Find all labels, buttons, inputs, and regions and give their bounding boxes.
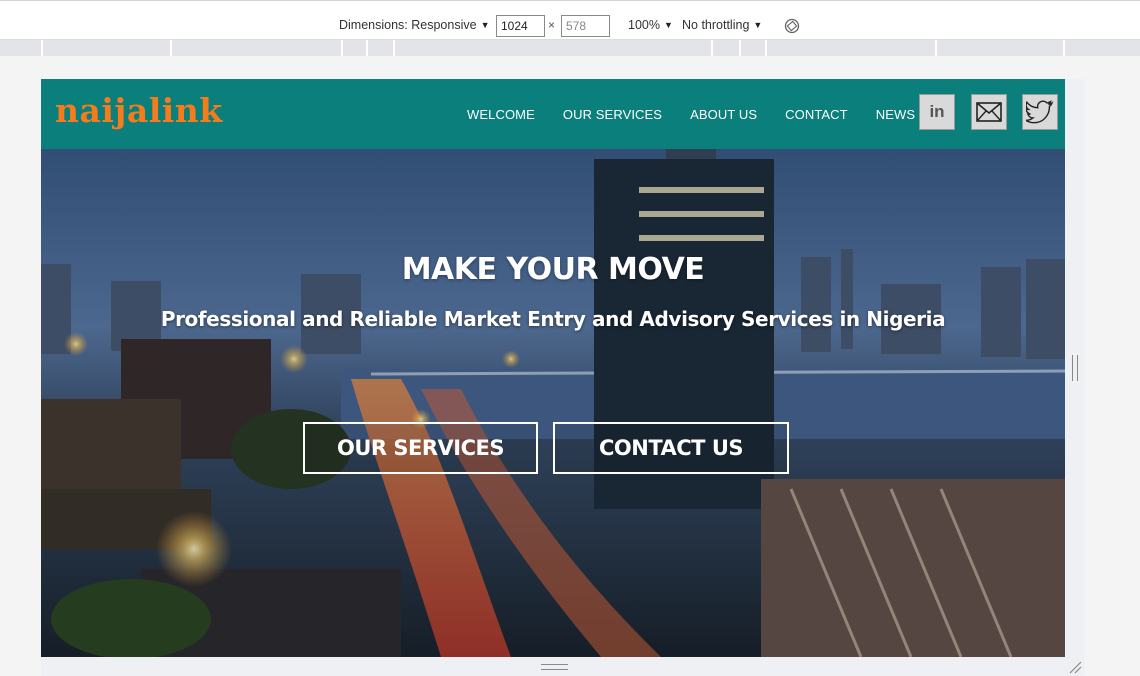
twitter-button[interactable] (1022, 94, 1058, 130)
nav-links: WELCOME OUR SERVICES ABOUT US CONTACT NE… (467, 79, 943, 149)
linkedin-button[interactable]: in (919, 94, 955, 130)
site-navbar: naijalink WELCOME OUR SERVICES ABOUT US … (41, 79, 1065, 149)
nav-news[interactable]: NEWS (876, 107, 915, 122)
throttling-label: No throttling (682, 18, 750, 32)
linkedin-icon: in (929, 102, 945, 121)
viewport-height-input[interactable] (561, 15, 610, 37)
zoom-dropdown[interactable]: 100% ▼ (628, 14, 673, 36)
throttling-dropdown[interactable]: No throttling ▼ (682, 14, 762, 36)
email-icon (976, 102, 1002, 122)
rotate-icon[interactable] (784, 18, 800, 34)
emulated-page: naijalink WELCOME OUR SERVICES ABOUT US … (41, 79, 1065, 657)
contact-us-button[interactable]: CONTACT US (553, 422, 789, 474)
email-button[interactable] (971, 94, 1007, 130)
hero-title: MAKE YOUR MOVE (401, 252, 705, 287)
hero-subtitle: Professional and Reliable Market Entry a… (160, 307, 946, 331)
corner-resize-handle-icon[interactable] (1068, 660, 1082, 674)
bottom-resize-handle[interactable] (541, 664, 568, 670)
dimensions-dropdown[interactable]: Dimensions: Responsive ▼ (339, 14, 489, 36)
site-logo[interactable]: naijalink (55, 91, 223, 130)
nav-our-services[interactable]: OUR SERVICES (563, 107, 662, 122)
hero-section: MAKE YOUR MOVE Professional and Reliable… (41, 149, 1065, 657)
viewport-width-input[interactable] (496, 15, 545, 37)
twitter-icon (1026, 100, 1054, 124)
our-services-button[interactable]: OUR SERVICES (303, 422, 538, 474)
nav-welcome[interactable]: WELCOME (467, 107, 535, 122)
zoom-label: 100% (628, 18, 660, 32)
chevron-down-icon: ▼ (753, 20, 763, 30)
nav-about-us[interactable]: ABOUT US (690, 107, 757, 122)
chevron-down-icon: ▼ (480, 20, 490, 30)
chevron-down-icon: ▼ (663, 20, 673, 30)
devtools-device-toolbar: Dimensions: Responsive ▼ × 100% ▼ No thr… (0, 0, 1140, 40)
media-query-ruler[interactable] (0, 40, 1140, 56)
city-skyline-background (41, 149, 1065, 657)
dimension-separator: × (548, 18, 556, 32)
right-resize-handle[interactable] (1072, 355, 1078, 381)
dimensions-label: Dimensions: Responsive (339, 18, 477, 32)
nav-contact[interactable]: CONTACT (785, 107, 848, 122)
